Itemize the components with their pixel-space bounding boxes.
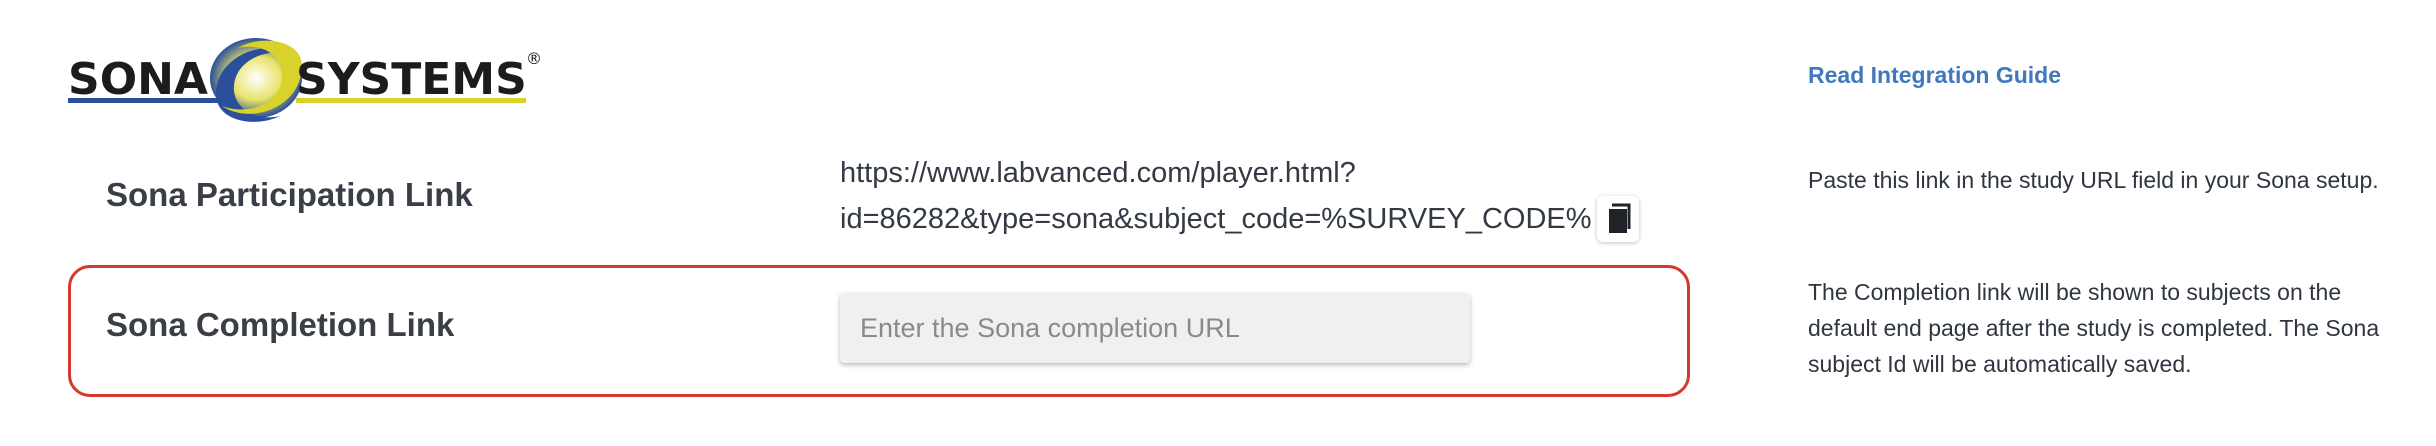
read-integration-guide-link[interactable]: Read Integration Guide xyxy=(1808,62,2061,89)
participation-help-text: Paste this link in the study URL field i… xyxy=(1808,167,2379,193)
svg-text:®: ® xyxy=(526,49,542,68)
copy-link-button[interactable] xyxy=(1597,196,1639,242)
participation-link-url-line2: id=86282&type=sona&subject_code=%SURVEY_… xyxy=(840,203,1592,235)
completion-help-text: The Completion link will be shown to sub… xyxy=(1808,279,2380,377)
completion-url-input[interactable] xyxy=(840,293,1470,363)
sona-systems-logo-graphic: SONA SYSTEMS ® xyxy=(68,38,542,122)
completion-link-label: Sona Completion Link xyxy=(106,306,455,343)
sona-systems-logo: SONA SYSTEMS ® xyxy=(66,36,546,126)
copy-icon xyxy=(1609,203,1631,233)
participation-link-url[interactable]: https://www.labvanced.com/player.html? i… xyxy=(840,150,1600,242)
svg-text:SONA: SONA xyxy=(68,54,208,105)
svg-text:SYSTEMS: SYSTEMS xyxy=(296,54,527,105)
participation-link-label: Sona Participation Link xyxy=(106,176,473,213)
participation-link-url-line1: https://www.labvanced.com/player.html? xyxy=(840,157,1356,189)
